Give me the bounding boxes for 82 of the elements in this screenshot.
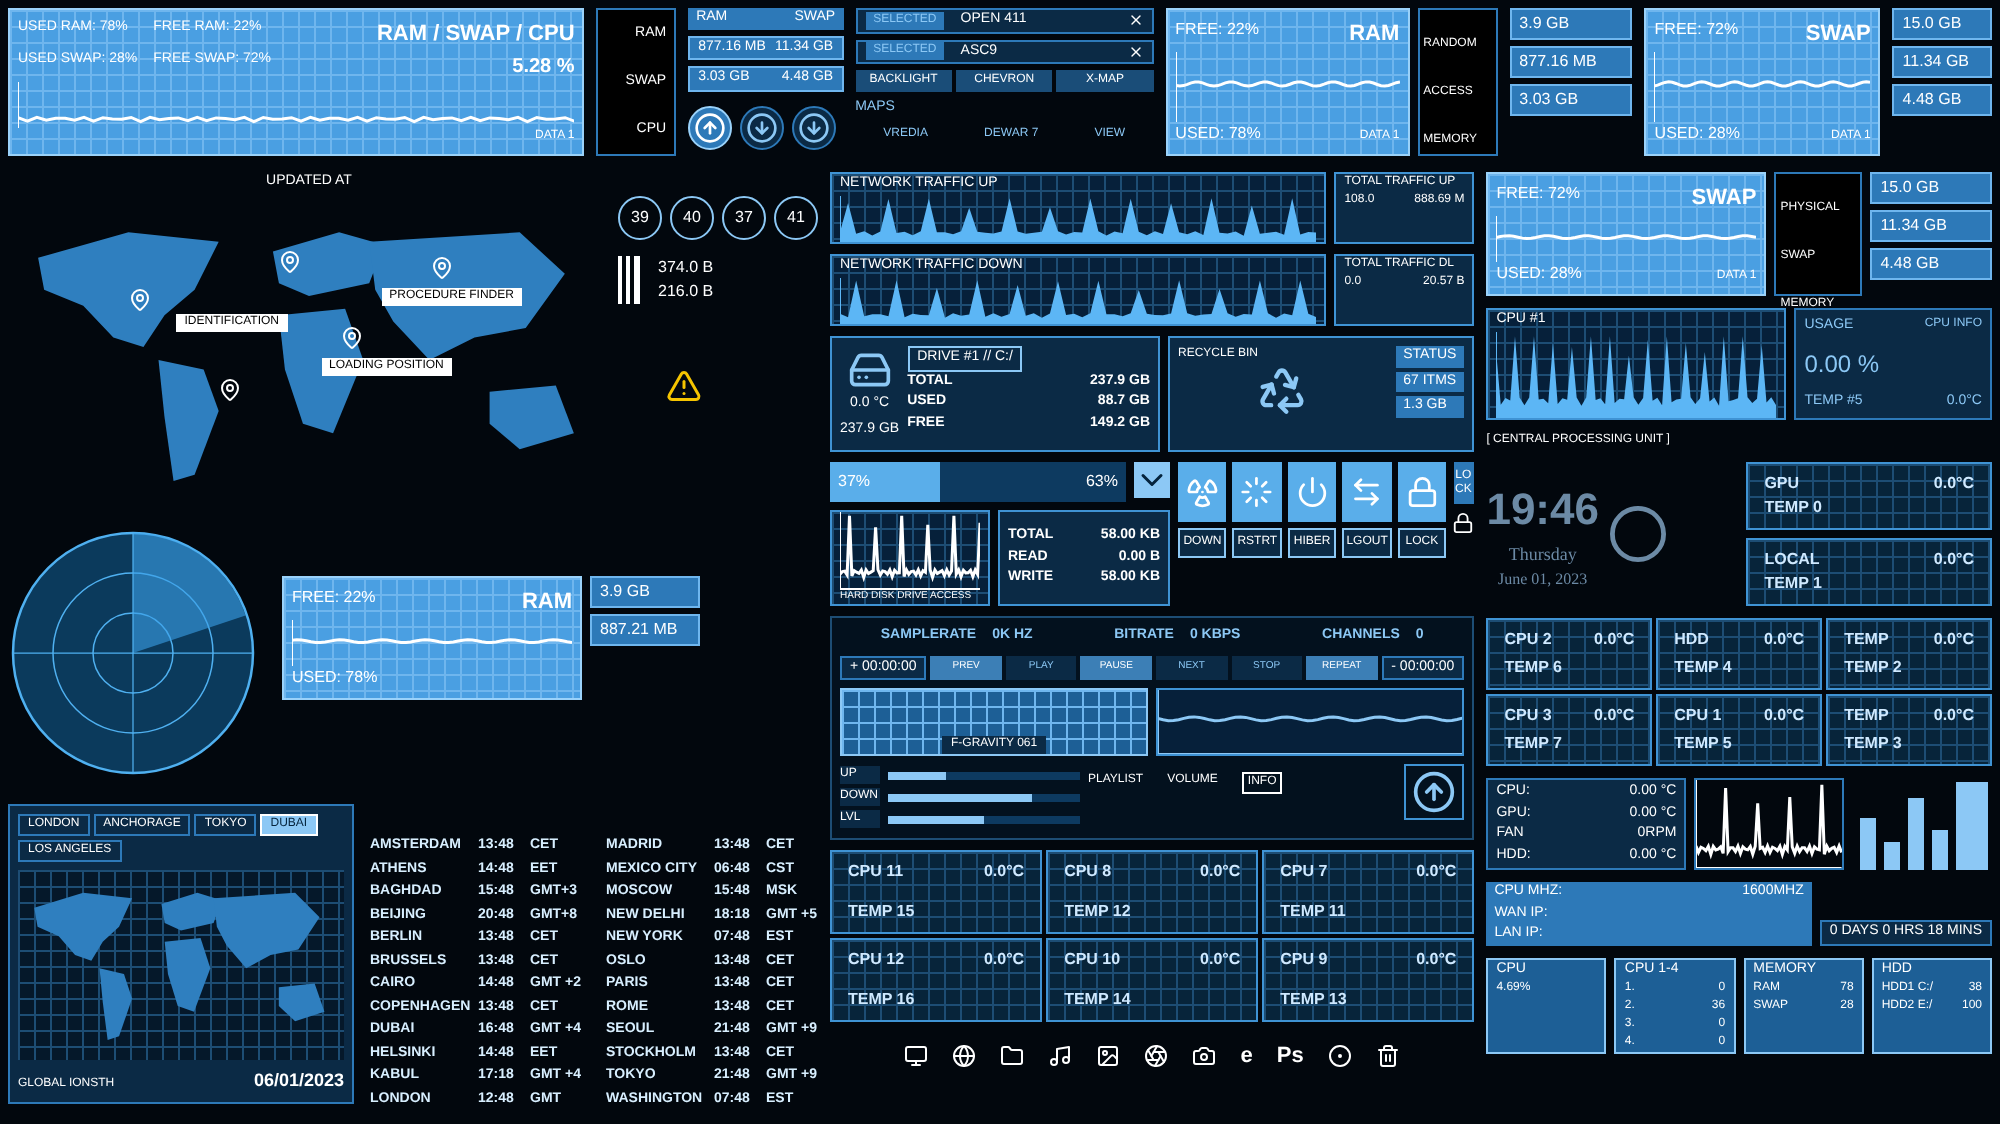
sensor-temp: 0.0°C	[1933, 628, 1974, 652]
sensor-label: TEMP 14	[1064, 988, 1133, 1012]
sensor-name: HDD	[1674, 628, 1709, 652]
sensor-name: LOCAL	[1764, 548, 1820, 572]
clock-day: Thursday	[1508, 541, 1577, 569]
sensor-label: TEMP 0	[1764, 496, 1824, 520]
sensor-name: GPU	[1764, 472, 1800, 496]
free-label: FREE: 22%	[292, 586, 376, 610]
stat-value: 4.48 GB	[1892, 84, 1992, 116]
sensor-label: TEMP 15	[848, 900, 917, 924]
free-label: FREE: 22%	[1175, 18, 1259, 42]
stat-value: 15.0 GB	[1892, 8, 1992, 40]
usage-value: 5.28 %	[512, 53, 575, 81]
sensor-temp: 0.0°C	[1416, 860, 1457, 884]
map-date: 06/01/2023	[253, 1067, 344, 1093]
sensor-name: CPU 9	[1280, 948, 1328, 972]
stat-value: 15.0 GB	[1870, 172, 1992, 204]
stat-value: 3.03 GB	[1509, 84, 1633, 116]
app-glyph[interactable]: Ps	[1276, 1040, 1304, 1073]
sensor-temp: 0.0°C	[983, 860, 1025, 884]
sensor-name: CPU 11	[848, 860, 904, 884]
sensor-temp: 0.0°C	[1763, 704, 1805, 728]
stat-value: 877.16 MB	[1509, 46, 1633, 78]
usage-value: 0.00 %	[1804, 348, 1882, 382]
panel-title: SWAP	[1805, 20, 1871, 50]
free-label: FREE: 72%	[1654, 18, 1739, 42]
sensor-temp: 0.0°C	[1763, 628, 1805, 652]
split-right-value: 63%	[1085, 470, 1118, 494]
sensor-label: TEMP 3	[1844, 732, 1904, 756]
dial-value: 40	[670, 196, 714, 240]
sensor-label: TEMP 2	[1844, 656, 1904, 680]
sensor-name: CPU 12	[848, 948, 905, 972]
panel-title: SWAP	[1691, 184, 1757, 214]
panel-title: RAM	[521, 588, 572, 618]
sensor-name: CPU 2	[1504, 628, 1552, 652]
clock-time: 19:46	[1486, 481, 1599, 538]
panel-title: RAM / SWAP / CPU	[376, 20, 575, 50]
sensor-temp: 0.0°C	[1200, 860, 1241, 884]
reading-value: 216.0 B	[658, 280, 714, 304]
sensor-temp: 0.0°C	[1200, 948, 1241, 972]
sensor-label: TEMP 1	[1764, 572, 1824, 596]
sensor-temp: 0.0°C	[1594, 704, 1635, 728]
sensor-temp: 0.0°C	[1933, 704, 1974, 728]
panel-title: RAM	[1349, 20, 1400, 50]
sensor-label: TEMP 11	[1280, 900, 1348, 924]
stat-value: 4.48 GB	[1870, 248, 1992, 280]
used-label: USED: 28%	[1654, 122, 1740, 146]
used-label: USED: 78%	[1175, 122, 1261, 146]
sensor-label: TEMP 16	[848, 988, 917, 1012]
app-glyph[interactable]: e	[1240, 1040, 1253, 1073]
sensor-label: TEMP 7	[1504, 732, 1564, 756]
stat-value: 3.9 GB	[590, 576, 700, 608]
used-label: USED: 28%	[1496, 262, 1582, 286]
sensor-temp: 0.0°C	[983, 948, 1025, 972]
stat-value: 887.21 MB	[590, 614, 700, 646]
sensor-temp: 0.0°C	[1416, 948, 1457, 972]
sensor-label: TEMP 4	[1674, 656, 1734, 680]
stat-value: 3.9 GB	[1509, 8, 1633, 40]
sensor-label: TEMP 5	[1674, 732, 1734, 756]
sensor-label: TEMP 12	[1064, 900, 1133, 924]
dial-value: 41	[774, 196, 818, 240]
sensor-name: CPU 7	[1280, 860, 1328, 884]
stat-value: 11.34 GB	[1870, 210, 1992, 242]
clock-date: June 01, 2023	[1498, 568, 1588, 593]
sensor-name: TEMP	[1844, 628, 1889, 652]
used-label: USED: 78%	[292, 666, 378, 690]
sensor-temp: 0.0°C	[1594, 628, 1635, 652]
stat-value: 11.34 GB	[1892, 46, 1992, 78]
sensor-name: TEMP	[1844, 704, 1889, 728]
reading-value: 374.0 B	[658, 256, 714, 280]
sensor-label: TEMP 6	[1504, 656, 1564, 680]
split-left-value: 37%	[838, 470, 871, 494]
free-label: FREE: 72%	[1496, 182, 1580, 206]
sensor-name: CPU 1	[1674, 704, 1722, 728]
sensor-temp: 0.0°C	[1933, 472, 1974, 496]
sensor-name: CPU 3	[1504, 704, 1552, 728]
sensor-name: CPU 10	[1064, 948, 1121, 972]
dial-value: 37	[722, 196, 766, 240]
sensor-label: TEMP 13	[1280, 988, 1349, 1012]
dial-value: 39	[618, 196, 662, 240]
sensor-name: CPU 8	[1064, 860, 1112, 884]
sensor-temp: 0.0°C	[1933, 548, 1974, 572]
